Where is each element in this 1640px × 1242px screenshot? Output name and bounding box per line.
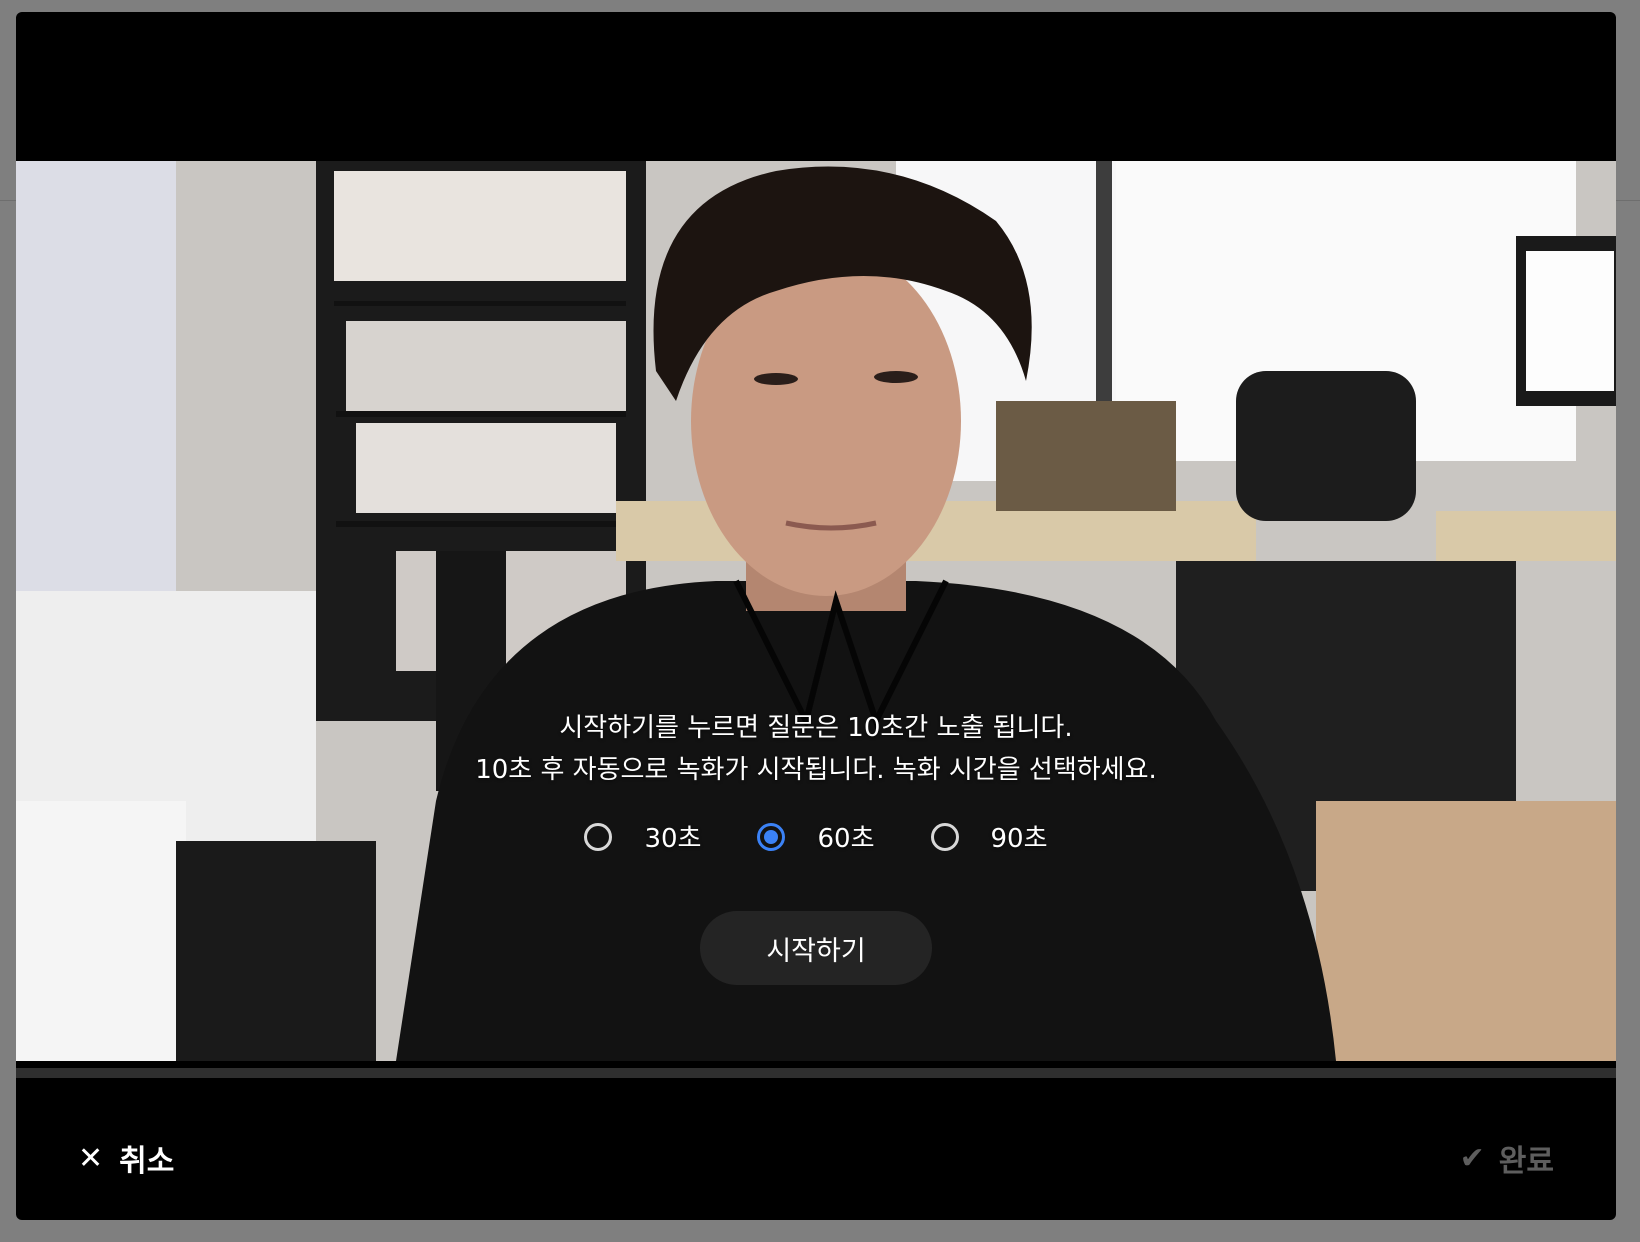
start-button[interactable]: 시작하기 — [700, 911, 932, 985]
close-icon: ✕ — [78, 1140, 104, 1176]
radio-unchecked-icon[interactable] — [930, 822, 959, 851]
duration-option-60[interactable]: 60초 — [757, 818, 875, 855]
instruction-line-1: 시작하기를 누르면 질문은 10초간 노출 됩니다. — [559, 713, 1073, 743]
done-label: 완료 — [1498, 1144, 1554, 1179]
radio-dot — [764, 829, 779, 844]
cancel-label: 취소 — [119, 1144, 175, 1179]
recording-progress-track — [16, 1068, 1616, 1078]
duration-option-30[interactable]: 30초 — [584, 818, 701, 855]
check-icon: ✔ — [1459, 1140, 1485, 1176]
duration-label-90: 90초 — [990, 824, 1048, 854]
recording-setup-overlay: 시작하기를 누르면 질문은 10초간 노출 됩니다. 10초 후 자동으로 녹화… — [16, 161, 1616, 1061]
radio-unchecked-icon[interactable] — [584, 822, 613, 851]
duration-label-60: 60초 — [817, 824, 875, 854]
duration-radio-group: 30초 60초 90초 — [16, 818, 1616, 855]
done-button[interactable]: ✔ 완료 — [1460, 1136, 1554, 1180]
duration-option-90[interactable]: 90초 — [930, 818, 1048, 855]
modal-footer: ✕ 취소 ✔ 완료 — [16, 1078, 1616, 1220]
radio-checked-icon[interactable] — [757, 822, 786, 851]
cancel-button[interactable]: ✕ 취소 — [78, 1136, 174, 1180]
instruction-text: 시작하기를 누르면 질문은 10초간 노출 됩니다. 10초 후 자동으로 녹화… — [316, 707, 1316, 791]
video-recorder-modal: 시작하기를 누르면 질문은 10초간 노출 됩니다. 10초 후 자동으로 녹화… — [16, 12, 1616, 1220]
instruction-line-2: 10초 후 자동으로 녹화가 시작됩니다. 녹화 시간을 선택하세요. — [475, 755, 1157, 785]
duration-label-30: 30초 — [644, 824, 702, 854]
